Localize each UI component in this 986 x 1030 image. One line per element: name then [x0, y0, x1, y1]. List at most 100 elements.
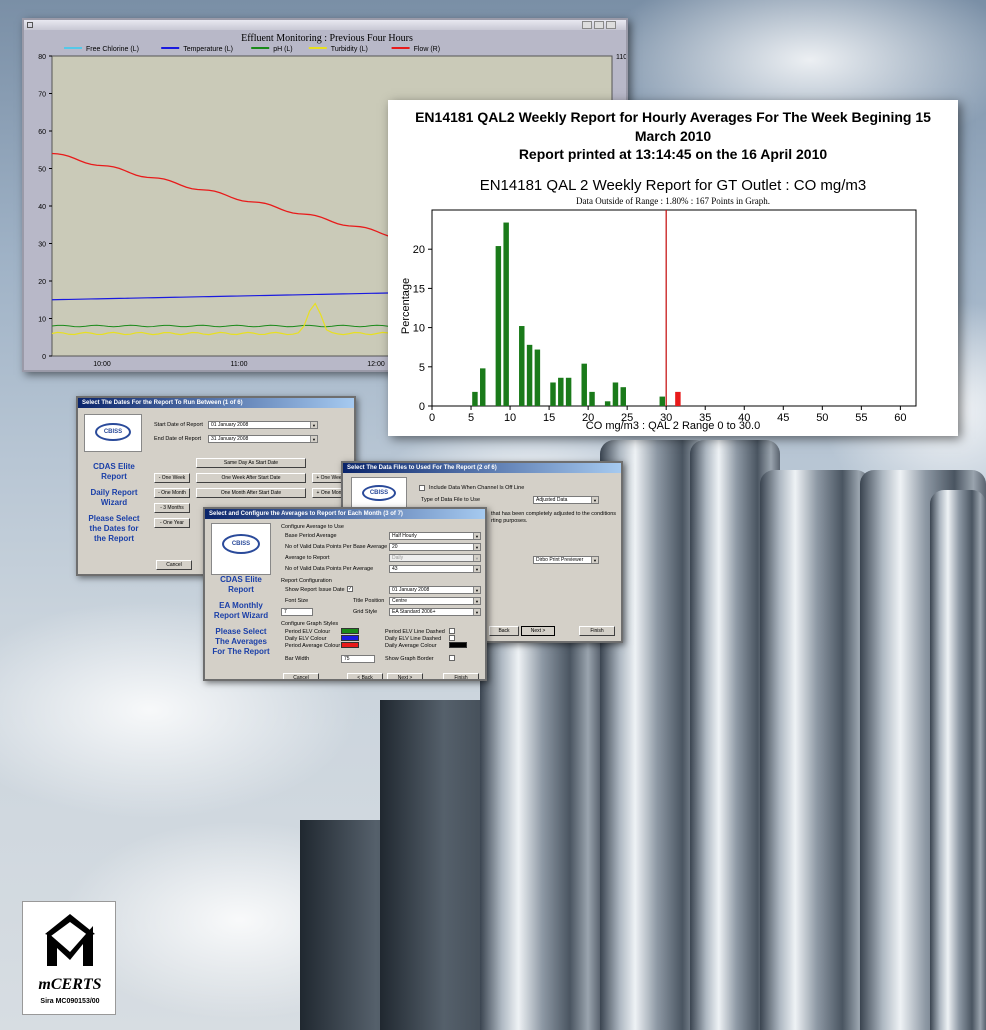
- file-type-label: Type of Data File to Use: [421, 497, 480, 503]
- font-size-input[interactable]: 7: [281, 608, 313, 616]
- y-tick-label: 15: [413, 283, 425, 295]
- legend-label: Turbidity (L): [331, 46, 368, 53]
- y-tick-label: 30: [38, 242, 46, 249]
- close-button[interactable]: [606, 21, 616, 29]
- side-wizard-name: EA Monthly Report Wizard: [213, 601, 269, 620]
- chevron-down-icon: ▼: [473, 533, 480, 539]
- histogram-chart: 051015200 5 10 15 20 25 30 35 40 45 50 55 60: [413, 209, 917, 424]
- cancel-button[interactable]: Cancel: [156, 560, 192, 570]
- start-date-field[interactable]: 01 January 2008 ▼: [208, 421, 318, 429]
- chevron-down-icon: ▼: [310, 436, 317, 442]
- daily-elv-label: Daily ELV Colour: [285, 636, 327, 642]
- grid-style-select[interactable]: EA Standard 2006+ ▼: [389, 608, 481, 616]
- histogram-bar: [581, 363, 587, 406]
- side-instruction: Please Select the Dates for the Report: [88, 514, 140, 543]
- font-size-label: Font Size: [285, 598, 309, 604]
- minus-year-button[interactable]: - One Year: [154, 518, 190, 528]
- report-page: EN14181 QAL2 Weekly Report for Hourly Av…: [388, 100, 958, 436]
- window-icon: [27, 22, 33, 28]
- maximize-button[interactable]: [594, 21, 604, 29]
- minus-3months-button[interactable]: - 3 Months: [154, 503, 190, 513]
- mcerts-cert-number: Sira MC090153/00: [40, 998, 100, 1005]
- legend-label: Temperature (L): [183, 46, 233, 53]
- same-day-button[interactable]: Same Day As Start Date: [196, 458, 306, 468]
- show-date-checkbox[interactable]: ✓: [347, 586, 353, 592]
- daily-avg-swatch[interactable]: [449, 642, 467, 648]
- y-axis-label: Percentage: [400, 277, 412, 335]
- bar-width-label: Bar Width: [285, 656, 310, 662]
- base-period-value: Half Hourly: [392, 533, 417, 539]
- bar-width-input[interactable]: 75: [341, 655, 375, 663]
- dates-dialog-title: Select The Dates For the Report To Run B…: [78, 398, 354, 408]
- cbiss-logo: CBISS: [351, 477, 407, 511]
- x-tick-label: 10:00: [93, 361, 111, 368]
- title-position-select[interactable]: Centre ▼: [389, 597, 481, 605]
- chevron-down-icon: ▼: [473, 555, 480, 561]
- valid-avg-value: 43: [392, 566, 398, 572]
- daily-elv-swatch[interactable]: [341, 635, 359, 641]
- cbiss-logo: CBISS: [84, 414, 142, 452]
- next-button[interactable]: Next >: [521, 626, 555, 636]
- avg-report-value: Daily: [392, 555, 404, 561]
- issue-date-field[interactable]: 01 January 2008 ▼: [389, 586, 481, 594]
- period-dashed-label: Period ELV Line Dashed: [385, 629, 445, 635]
- finish-button[interactable]: Finish: [443, 673, 479, 679]
- legend-label: pH (L): [273, 46, 292, 53]
- side-title: CDAS Elite Report: [93, 462, 135, 481]
- period-elv-swatch[interactable]: [341, 628, 359, 634]
- y-tick-label: 0: [42, 354, 46, 361]
- histogram-bar: [612, 382, 619, 406]
- week-after-button[interactable]: One Week After Start Date: [196, 473, 306, 483]
- finish-button[interactable]: Finish: [579, 626, 615, 636]
- report-printed: Report printed at 13:14:45 on the 16 Apr…: [518, 146, 828, 162]
- grid-style-label: Grid Style: [353, 609, 378, 615]
- histogram-bar: [526, 344, 533, 406]
- start-date-value: 01 January 2008: [211, 422, 249, 428]
- histogram-bar: [558, 377, 564, 406]
- period-avg-swatch[interactable]: [341, 642, 359, 648]
- data-files-dialog-title: Select The Data Files to Used For The Re…: [343, 463, 621, 473]
- histogram-bar: [565, 377, 572, 406]
- chevron-down-icon: ▼: [473, 544, 480, 550]
- file-type-select[interactable]: Adjusted Data ▼: [533, 496, 599, 504]
- side-title: CDAS Elite Report: [220, 575, 262, 594]
- note-line-2: rting purposes.: [491, 518, 528, 524]
- chevron-down-icon: ▼: [591, 497, 598, 503]
- show-date-label: Show Report Issue Date: [285, 587, 345, 593]
- back-button[interactable]: Back: [489, 626, 519, 636]
- month-after-button[interactable]: One Month After Start Date: [196, 488, 306, 498]
- back-button[interactable]: < Back: [347, 673, 383, 679]
- minus-week-button[interactable]: - One Week: [154, 473, 190, 483]
- period-dashed-checkbox[interactable]: [449, 628, 455, 634]
- cancel-button[interactable]: Cancel: [283, 673, 319, 679]
- minimize-button[interactable]: [582, 21, 592, 29]
- next-button[interactable]: Next >: [387, 673, 423, 679]
- include-offline-checkbox[interactable]: [419, 485, 425, 491]
- avg-report-select[interactable]: Daily ▼: [389, 554, 481, 562]
- output-select[interactable]: Dirbo Print Previewer ▼: [533, 556, 599, 564]
- y-tick-label: 20: [413, 244, 425, 256]
- valid-base-select[interactable]: 20 ▼: [389, 543, 481, 551]
- base-period-label: Base Period Average: [285, 533, 337, 539]
- graph-border-checkbox[interactable]: [449, 655, 455, 661]
- valid-avg-select[interactable]: 43 ▼: [389, 565, 481, 573]
- title-position-value: Centre: [392, 598, 408, 604]
- base-period-select[interactable]: Half Hourly ▼: [389, 532, 481, 540]
- y-tick-label: 40: [38, 204, 46, 211]
- x-tick-label: 11:00: [231, 361, 248, 368]
- minus-month-button[interactable]: - One Month: [154, 488, 190, 498]
- y-tick-label: 60: [38, 129, 46, 136]
- cbiss-logo: CBISS: [211, 523, 271, 575]
- end-date-field[interactable]: 31 January 2008 ▼: [208, 435, 318, 443]
- daily-dashed-label: Daily ELV Line Dashed: [385, 636, 442, 642]
- report-header: EN14181 QAL2 Weekly Report for Hourly Av…: [415, 109, 931, 144]
- file-type-value: Adjusted Data: [536, 497, 568, 503]
- output-value: Dirbo Print Previewer: [536, 557, 584, 563]
- section-graph: Configure Graph Styles: [281, 621, 339, 627]
- histogram-bar: [472, 391, 478, 406]
- mcerts-emblem-icon: [45, 914, 95, 966]
- averages-dialog: Select and Configure the Averages to Rep…: [203, 507, 487, 681]
- end-date-value: 31 January 2008: [211, 436, 249, 442]
- histogram-bar: [480, 368, 486, 406]
- daily-dashed-checkbox[interactable]: [449, 635, 455, 641]
